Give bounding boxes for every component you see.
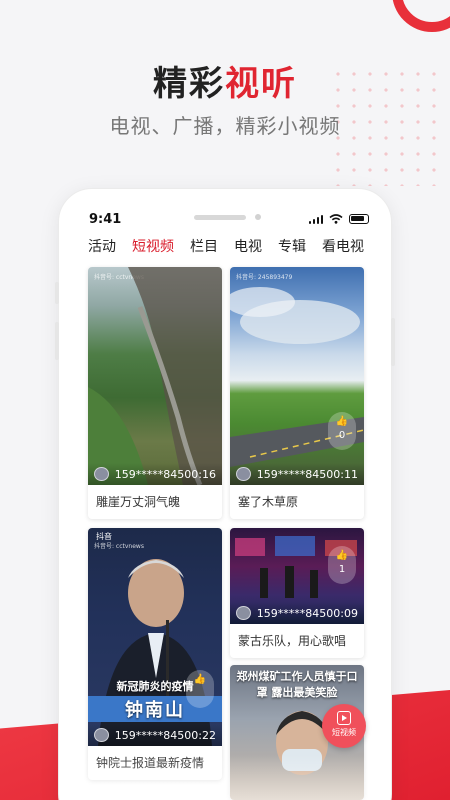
tab-albums[interactable]: 专辑 <box>278 236 306 266</box>
short-video-float-button[interactable]: 短视频 <box>322 704 366 748</box>
like-button[interactable]: 👍 0 <box>328 412 356 450</box>
avatar <box>236 606 251 620</box>
video-duration: 00:16 <box>184 467 216 481</box>
video-meta: 159*****845 00:09 <box>230 602 364 624</box>
like-count: 1 <box>338 564 346 575</box>
avatar <box>94 467 109 481</box>
video-caption: 雕崖万丈洞气魄 <box>96 495 181 509</box>
video-thumbnail[interactable]: 抖音号: 245893479 👍 0 159*****845 00:11 <box>230 267 364 485</box>
video-caption: 塞了木草原 <box>238 495 299 509</box>
signal-icon <box>308 214 323 224</box>
video-thumbnail[interactable]: 👍 1 159*****845 00:09 <box>230 528 364 624</box>
phone-side-button <box>55 282 59 304</box>
page-title: 精彩视听 <box>153 64 297 104</box>
avatar <box>94 728 109 742</box>
battery-icon <box>349 214 369 224</box>
video-duration: 00:11 <box>326 467 358 481</box>
wifi-icon <box>329 214 343 224</box>
thumbs-up-icon: 👍 <box>335 550 349 561</box>
video-card[interactable]: 抖音 抖音号: cctvnews 新冠肺炎的疫情 钟南山 👍 159*****8… <box>88 528 222 780</box>
cliff-illustration <box>88 267 222 485</box>
video-duration: 00:09 <box>326 606 358 620</box>
video-meta: 159*****845 00:16 <box>88 463 222 485</box>
status-time: 9:41 <box>89 211 122 227</box>
like-count: 0 <box>338 430 346 441</box>
tab-programs[interactable]: 栏目 <box>190 236 218 266</box>
like-button[interactable]: 👍 1 <box>328 546 356 584</box>
category-tabs: 活动 短视频 栏目 电视 专辑 看电视 <box>88 236 364 274</box>
video-user: 159*****845 <box>114 728 185 742</box>
grassland-illustration <box>230 287 364 467</box>
video-card[interactable]: 抖音号: cctvnews 159*****845 00:16 雕崖万丈洞气魄 <box>88 267 222 519</box>
float-button-label: 短视频 <box>332 728 356 737</box>
like-button[interactable]: 👍 <box>186 670 214 708</box>
video-card[interactable]: 👍 1 159*****845 00:09 蒙古乐队，用心歌唱 <box>230 528 364 658</box>
video-meta: 159*****845 00:11 <box>230 463 364 485</box>
video-caption: 蒙古乐队，用心歌唱 <box>238 634 347 648</box>
video-meta: 159*****845 00:22 <box>88 724 222 746</box>
tab-short-video[interactable]: 短视频 <box>132 236 174 274</box>
avatar <box>236 467 251 481</box>
video-card[interactable]: 抖音号: 245893479 👍 0 159*****845 00:11 塞了木… <box>230 267 364 519</box>
page-subtitle: 电视、广播，精彩小视频 <box>109 114 341 138</box>
video-thumbnail[interactable]: 抖音号: cctvnews 159*****845 00:16 <box>88 267 222 485</box>
tab-watch-tv[interactable]: 看电视 <box>322 236 364 266</box>
video-user: 159*****845 <box>114 467 185 481</box>
video-user: 159*****845 <box>256 606 327 620</box>
phone-side-button <box>391 318 395 366</box>
decorative-ring <box>392 0 450 32</box>
video-duration: 00:22 <box>184 728 216 742</box>
video-user: 159*****845 <box>256 467 327 481</box>
status-bar: 9:41 <box>89 209 369 229</box>
video-caption: 钟院士报道最新疫情 <box>96 756 205 770</box>
tab-activity[interactable]: 活动 <box>88 236 116 266</box>
tab-tv[interactable]: 电视 <box>234 236 262 266</box>
thumbs-up-icon: 👍 <box>335 416 349 427</box>
video-play-icon <box>337 711 351 725</box>
video-thumbnail[interactable]: 抖音 抖音号: cctvnews 新冠肺炎的疫情 钟南山 👍 159*****8… <box>88 528 222 746</box>
phone-side-button <box>55 322 59 360</box>
thumbs-up-icon: 👍 <box>193 674 207 685</box>
